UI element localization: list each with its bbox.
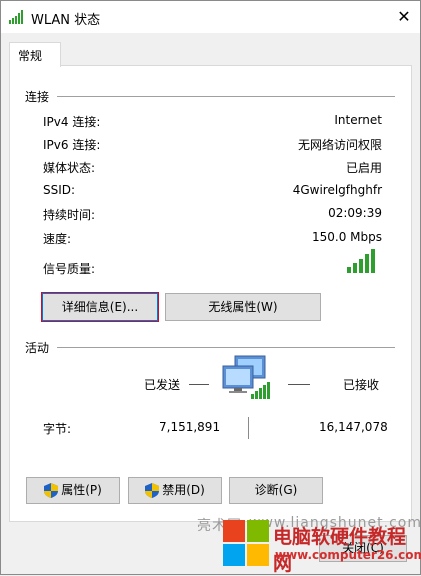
tab-general[interactable]: 常规	[9, 42, 61, 67]
window-title: WLAN 状态	[31, 13, 101, 28]
ipv6-label: IPv6 连接:	[43, 138, 101, 152]
bytes-sent-value: 7,151,891	[159, 420, 221, 434]
activity-section-title: 活动	[25, 341, 50, 355]
bytes-label: 字节:	[43, 422, 72, 436]
ssid-value: 4Gwirelgfhghfr	[292, 183, 382, 197]
duration-value: 02:09:39	[328, 206, 382, 220]
speed-value: 150.0 Mbps	[311, 230, 382, 244]
title-bar: WLAN 状态 ✕	[1, 1, 420, 33]
ssid-label: SSID:	[43, 183, 76, 197]
uac-shield-icon	[145, 483, 160, 498]
properties-button-label: 属性(P)	[61, 483, 102, 497]
sent-connector	[189, 384, 209, 385]
disable-button[interactable]: 禁用(D)	[128, 477, 222, 504]
received-label: 已接收	[343, 378, 380, 392]
wlan-status-window: WLAN 状态 ✕ 常规 连接 IPv4 连接: Internet IPv6 连…	[0, 0, 421, 575]
wifi-signal-icon	[9, 10, 23, 24]
signal-strength-icon	[347, 249, 375, 273]
ipv6-value: 无网络访问权限	[297, 138, 382, 152]
speed-label: 速度:	[43, 232, 72, 246]
tab-general-label: 常规	[18, 49, 43, 63]
watermark-brand-url: www.computer26.com	[275, 548, 421, 562]
sent-label: 已发送	[144, 378, 181, 392]
bytes-received-value: 16,147,078	[319, 420, 388, 434]
activity-separator	[248, 417, 249, 439]
wireless-properties-button[interactable]: 无线属性(W)	[165, 293, 321, 321]
connection-section-title: 连接	[25, 90, 50, 104]
media-state-value: 已启用	[345, 161, 382, 175]
ipv4-label: IPv4 连接:	[43, 115, 101, 129]
network-computers-icon	[222, 355, 270, 399]
activity-divider	[57, 347, 395, 348]
close-window-button[interactable]: ✕	[393, 7, 415, 27]
duration-label: 持续时间:	[43, 208, 96, 222]
disable-button-label: 禁用(D)	[162, 483, 205, 497]
details-button[interactable]: 详细信息(E)...	[42, 293, 158, 321]
diagnose-button[interactable]: 诊断(G)	[229, 477, 323, 504]
windows-logo-icon	[223, 520, 269, 566]
connection-divider	[57, 96, 395, 97]
signal-quality-label: 信号质量:	[43, 262, 96, 276]
uac-shield-icon	[44, 483, 59, 498]
properties-button[interactable]: 属性(P)	[26, 477, 120, 504]
received-connector	[288, 384, 310, 385]
media-state-label: 媒体状态:	[43, 161, 96, 175]
ipv4-value: Internet	[334, 113, 382, 127]
